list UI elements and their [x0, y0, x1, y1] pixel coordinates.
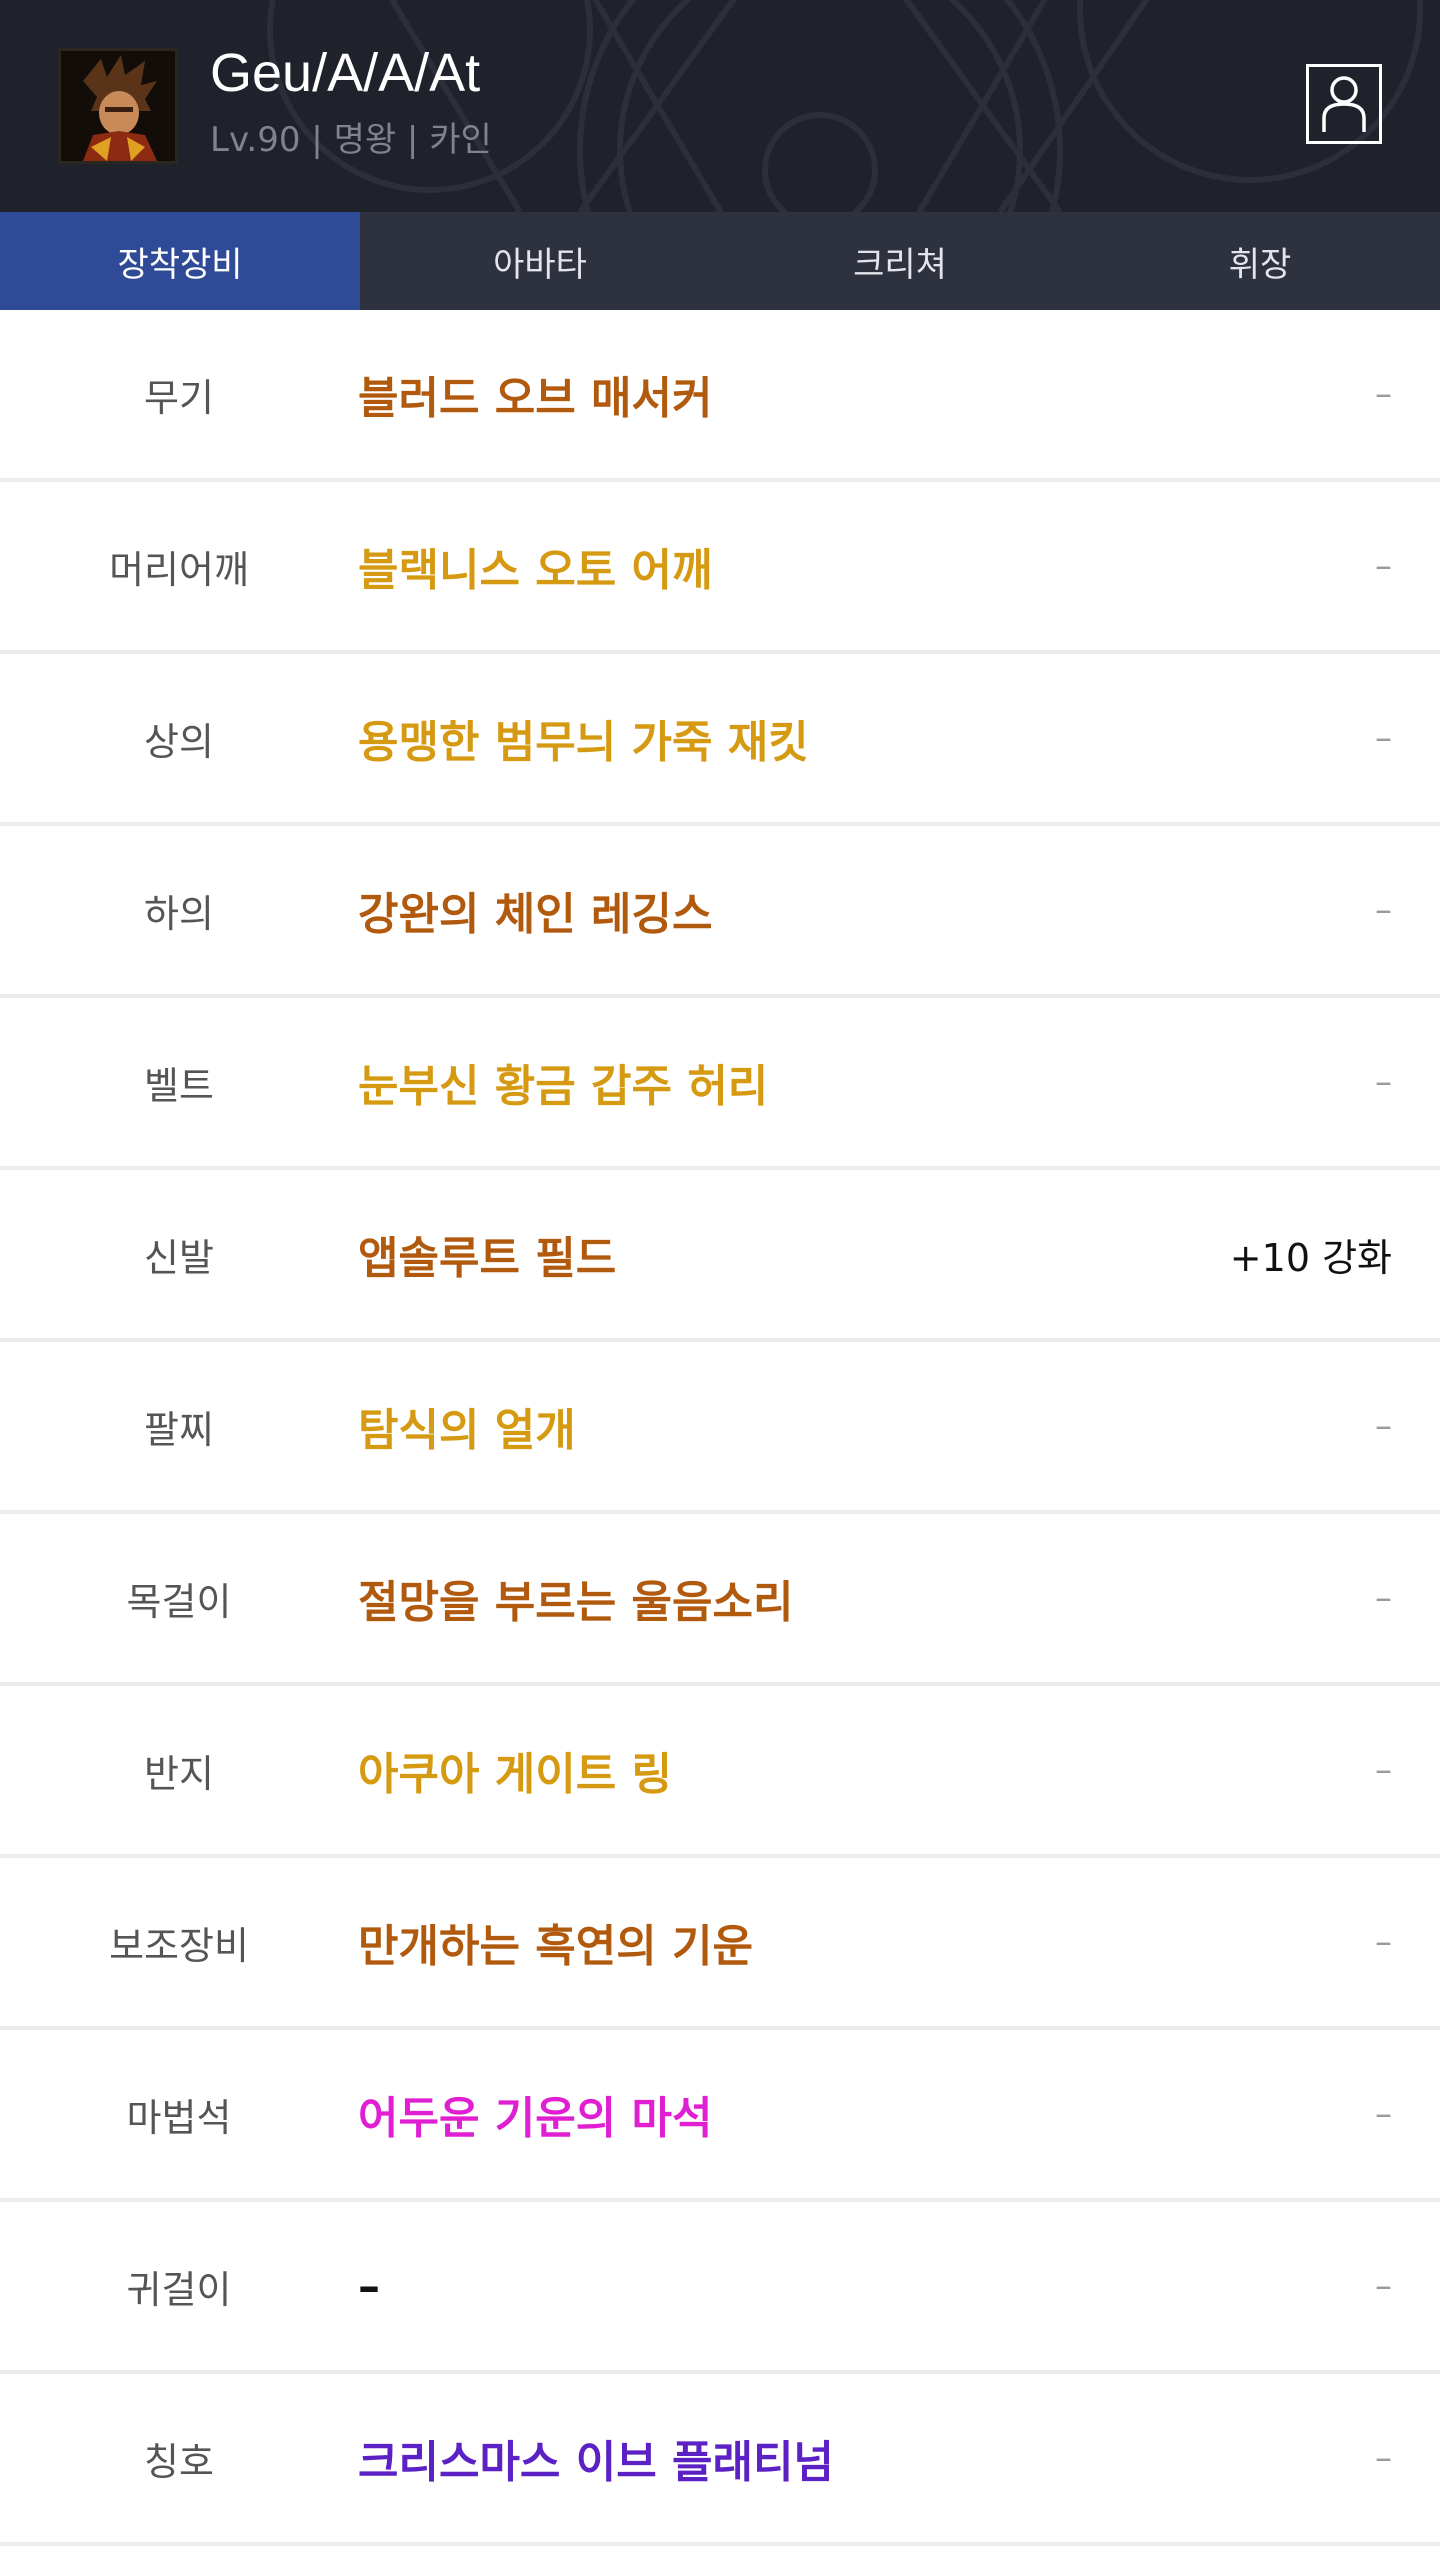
equipment-row[interactable]: 상의 용맹한 범무늬 가죽 재킷 –: [0, 654, 1440, 826]
equipment-enhancement: –: [1375, 1406, 1392, 1446]
profile-button[interactable]: [1306, 64, 1382, 144]
equipment-row[interactable]: 귀걸이 – –: [0, 2202, 1440, 2374]
equipment-row[interactable]: 팔찌 탐식의 얼개 –: [0, 1342, 1440, 1514]
equipment-slot-label: 벨트: [144, 1063, 214, 1108]
equipment-item-name[interactable]: 강완의 체인 레깅스: [358, 878, 1440, 942]
equipment-slot-label: 팔찌: [144, 1407, 214, 1452]
equipment-row[interactable]: 마법석 어두운 기운의 마석 –: [0, 2030, 1440, 2202]
equipment-slot-label: 귀걸이: [126, 2267, 232, 2312]
equipment-row[interactable]: 목걸이 절망을 부르는 울음소리 –: [0, 1514, 1440, 1686]
equipment-slot-label: 반지: [144, 1751, 214, 1796]
equipment-item-name[interactable]: 탐식의 얼개: [358, 1394, 1440, 1458]
equipment-list: 무기 블러드 오브 매서커 – 머리어깨 블랙니스 오토 어깨 – 상의 용맹한 범무늬 가죽…: [0, 310, 1440, 2546]
equipment-slot-label: 하의: [144, 891, 214, 936]
equipment-enhancement: –: [1375, 890, 1392, 930]
equipment-row[interactable]: 보조장비 만개하는 흑연의 기운 –: [0, 1858, 1440, 2030]
equipment-enhancement: –: [1375, 1062, 1392, 1102]
equipment-enhancement: +10 강화: [1229, 1235, 1392, 1280]
tab-emblem[interactable]: 휘장: [1080, 212, 1440, 310]
equipment-item-name[interactable]: 절망을 부르는 울음소리: [358, 1566, 1440, 1630]
equipment-slot-label: 머리어깨: [109, 547, 249, 592]
equipment-slot-label: 상의: [144, 719, 214, 764]
equipment-enhancement: –: [1375, 2438, 1392, 2478]
equipment-item-name[interactable]: 어두운 기운의 마석: [358, 2082, 1440, 2146]
character-avatar[interactable]: [58, 48, 178, 164]
equipment-item-name[interactable]: 만개하는 흑연의 기운: [358, 1910, 1440, 1974]
equipment-item-name[interactable]: 용맹한 범무늬 가죽 재킷: [358, 706, 1440, 770]
equipment-row[interactable]: 반지 아쿠아 게이트 링 –: [0, 1686, 1440, 1858]
equipment-row[interactable]: 벨트 눈부신 황금 갑주 허리 –: [0, 998, 1440, 1170]
character-portrait-icon: [61, 51, 175, 161]
equipment-item-name[interactable]: 아쿠아 게이트 링: [358, 1738, 1440, 1802]
equipment-enhancement: –: [1375, 1750, 1392, 1790]
equipment-slot-label: 신발: [144, 1235, 214, 1280]
equipment-row[interactable]: 무기 블러드 오브 매서커 –: [0, 310, 1440, 482]
equipment-row[interactable]: 머리어깨 블랙니스 오토 어깨 –: [0, 482, 1440, 654]
character-info: Lv.90 | 명왕 | 카인: [210, 120, 492, 160]
equipment-slot-label: 보조장비: [109, 1923, 249, 1968]
tab-equipped-gear[interactable]: 장착장비: [0, 212, 360, 310]
equipment-enhancement: –: [1375, 374, 1392, 414]
equipment-slot-label: 마법석: [126, 2095, 232, 2140]
equipment-enhancement: –: [1375, 1922, 1392, 1962]
character-header: Geu/A/A/At Lv.90 | 명왕 | 카인: [0, 0, 1440, 212]
user-profile-icon: [1322, 76, 1366, 132]
equipment-enhancement: –: [1375, 718, 1392, 758]
equipment-item-name[interactable]: 블러드 오브 매서커: [358, 362, 1440, 426]
tab-avatar[interactable]: 아바타: [360, 212, 720, 310]
magic-circle-background-icon: [267, 0, 1423, 212]
tab-creature[interactable]: 크리쳐: [720, 212, 1080, 310]
equipment-item-name[interactable]: 크리스마스 이브 플래티넘: [358, 2426, 1440, 2490]
equipment-enhancement: –: [1375, 2094, 1392, 2134]
character-name: Geu/A/A/At: [210, 43, 481, 103]
equipment-slot-label: 목걸이: [126, 1579, 232, 1624]
equipment-row[interactable]: 칭호 크리스마스 이브 플래티넘 –: [0, 2374, 1440, 2546]
equipment-item-name[interactable]: –: [358, 2261, 1440, 2312]
equipment-row[interactable]: 하의 강완의 체인 레깅스 –: [0, 826, 1440, 998]
equipment-slot-label: 칭호: [144, 2439, 214, 2484]
equipment-row[interactable]: 신발 앱솔루트 필드 +10 강화: [0, 1170, 1440, 1342]
equipment-enhancement: –: [1375, 546, 1392, 586]
equipment-enhancement: –: [1375, 2266, 1392, 2306]
equipment-slot-label: 무기: [144, 375, 214, 420]
equipment-enhancement: –: [1375, 1578, 1392, 1618]
tab-bar: 장착장비 아바타 크리쳐 휘장: [0, 212, 1440, 310]
equipment-item-name[interactable]: 블랙니스 오토 어깨: [358, 534, 1440, 598]
equipment-item-name[interactable]: 눈부신 황금 갑주 허리: [358, 1050, 1440, 1114]
